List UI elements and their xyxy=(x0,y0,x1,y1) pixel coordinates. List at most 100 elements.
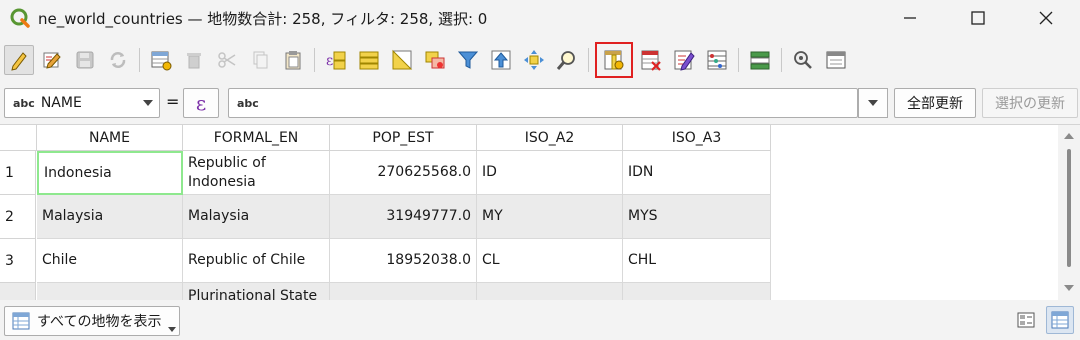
form-view-toggle[interactable] xyxy=(1012,306,1040,334)
actions-button[interactable] xyxy=(788,45,818,75)
field-calculator-button[interactable] xyxy=(669,45,699,75)
column-header-pop-est[interactable]: POP_EST xyxy=(330,125,477,151)
multi-edit-button[interactable] xyxy=(37,45,67,75)
table-view-toggle[interactable] xyxy=(1046,306,1074,334)
table-cell[interactable] xyxy=(330,283,477,300)
table-cell[interactable]: 270625568.0 xyxy=(330,151,477,195)
table-cell[interactable]: IDN xyxy=(623,151,771,195)
table-view-icon xyxy=(1051,311,1069,329)
table-cell[interactable]: Chile xyxy=(37,239,183,283)
close-button[interactable] xyxy=(1012,0,1080,36)
delete-field-button[interactable] xyxy=(636,45,666,75)
table-cell[interactable] xyxy=(623,283,771,300)
expression-history-dropdown[interactable] xyxy=(858,88,888,118)
select-all-button[interactable] xyxy=(354,45,384,75)
update-all-button[interactable]: 全部更新 xyxy=(894,88,976,118)
edit-table-icon xyxy=(674,50,695,71)
table-cell[interactable]: Indonesia xyxy=(37,151,183,195)
chevron-down-icon xyxy=(168,327,176,332)
table-cell[interactable]: Plurinational State xyxy=(183,283,330,300)
attribute-toolbar: ε xyxy=(0,40,1080,80)
toolbar-separator xyxy=(781,48,782,72)
dock-icon xyxy=(750,51,770,70)
paste-button[interactable] xyxy=(278,45,308,75)
table-icon xyxy=(12,312,30,330)
input-type-label: abc xyxy=(237,96,259,110)
table-cell[interactable]: 31949777.0 xyxy=(330,195,477,239)
table-cell[interactable] xyxy=(37,283,183,300)
dock-button[interactable] xyxy=(745,45,775,75)
move-selected-top-button[interactable] xyxy=(486,45,516,75)
minimize-button[interactable] xyxy=(876,0,944,36)
invert-selection-icon xyxy=(392,49,413,70)
pencil-icon xyxy=(11,52,27,71)
form-view-button[interactable] xyxy=(821,45,851,75)
row-header[interactable] xyxy=(0,283,36,300)
update-selected-button[interactable]: 選択の更新 xyxy=(982,88,1078,118)
expression-builder-button[interactable]: ε xyxy=(183,88,219,118)
toolbar-separator xyxy=(314,48,315,72)
conditional-format-button[interactable] xyxy=(702,45,732,75)
copy-button[interactable] xyxy=(245,45,275,75)
corner-header xyxy=(0,125,37,151)
column-header-iso-a3[interactable]: ISO_A3 xyxy=(623,125,771,151)
field-select[interactable]: abc NAME xyxy=(4,88,160,118)
table-cell[interactable]: MYS xyxy=(623,195,771,239)
table-cell[interactable]: CHL xyxy=(623,239,771,283)
new-field-button[interactable] xyxy=(595,42,633,78)
toolbar-separator xyxy=(139,48,140,72)
minimize-icon xyxy=(904,17,916,19)
scrollbar-thumb[interactable] xyxy=(1067,149,1071,267)
table-cell[interactable]: MY xyxy=(477,195,623,239)
row-header[interactable]: 3 xyxy=(0,239,36,283)
table-cell[interactable]: Malaysia xyxy=(37,195,183,239)
column-header-formal-en[interactable]: FORMAL_EN xyxy=(183,125,330,151)
add-feature-button[interactable] xyxy=(146,45,176,75)
column-header-name[interactable]: NAME xyxy=(37,125,183,151)
expression-select-icon: ε xyxy=(326,51,346,70)
svg-text:ε: ε xyxy=(326,53,333,69)
scroll-up-icon[interactable] xyxy=(1064,133,1074,139)
delete-field-icon xyxy=(641,50,661,71)
column-header-iso-a2[interactable]: ISO_A2 xyxy=(477,125,623,151)
filter-select-button[interactable] xyxy=(453,45,483,75)
abacus-icon xyxy=(707,50,727,70)
title-bar: ne_world_countries — 地物数合計: 258, フィルタ: 2… xyxy=(0,0,1080,36)
copy-icon xyxy=(253,51,268,69)
deselect-icon xyxy=(425,51,445,69)
table-cell[interactable]: ID xyxy=(477,151,623,195)
cut-button[interactable] xyxy=(212,45,242,75)
table-cell[interactable] xyxy=(477,283,623,300)
select-by-expression-button[interactable]: ε xyxy=(321,45,351,75)
table-cell[interactable]: Malaysia xyxy=(183,195,330,239)
row-header[interactable]: 1 xyxy=(0,151,36,195)
delete-selected-button[interactable] xyxy=(179,45,209,75)
actions-icon xyxy=(794,51,812,69)
table-cell[interactable]: 18952038.0 xyxy=(330,239,477,283)
reload-icon xyxy=(110,52,126,68)
pan-to-selected-button[interactable] xyxy=(519,45,549,75)
deselect-all-button[interactable] xyxy=(420,45,450,75)
table-cell[interactable]: Republic of Chile xyxy=(183,239,330,283)
add-feature-icon xyxy=(151,51,172,71)
row-header[interactable]: 2 xyxy=(0,195,36,239)
feature-filter-button[interactable]: すべての地物を表示 xyxy=(4,306,180,336)
maximize-button[interactable] xyxy=(944,0,1012,36)
attribute-table: NAME FORMAL_EN POP_EST ISO_A2 ISO_A3 1 I… xyxy=(0,124,1080,300)
table-cell[interactable]: CL xyxy=(477,239,623,283)
reload-button[interactable] xyxy=(103,45,133,75)
toolbar-separator xyxy=(738,48,739,72)
equals-label: = xyxy=(166,92,180,111)
table-cell[interactable]: Republic of Indonesia xyxy=(183,151,330,195)
invert-selection-button[interactable] xyxy=(387,45,417,75)
maximize-icon xyxy=(971,11,985,25)
toggle-editing-button[interactable] xyxy=(4,45,34,75)
scroll-down-icon[interactable] xyxy=(1064,285,1074,291)
qgis-logo-icon xyxy=(10,8,30,28)
expression-input[interactable]: abc xyxy=(228,88,858,118)
vertical-scrollbar[interactable] xyxy=(1058,125,1080,300)
zoom-to-selected-button[interactable] xyxy=(552,45,582,75)
scissors-icon xyxy=(218,52,236,68)
move-top-icon xyxy=(491,50,511,70)
save-edits-button[interactable] xyxy=(70,45,100,75)
